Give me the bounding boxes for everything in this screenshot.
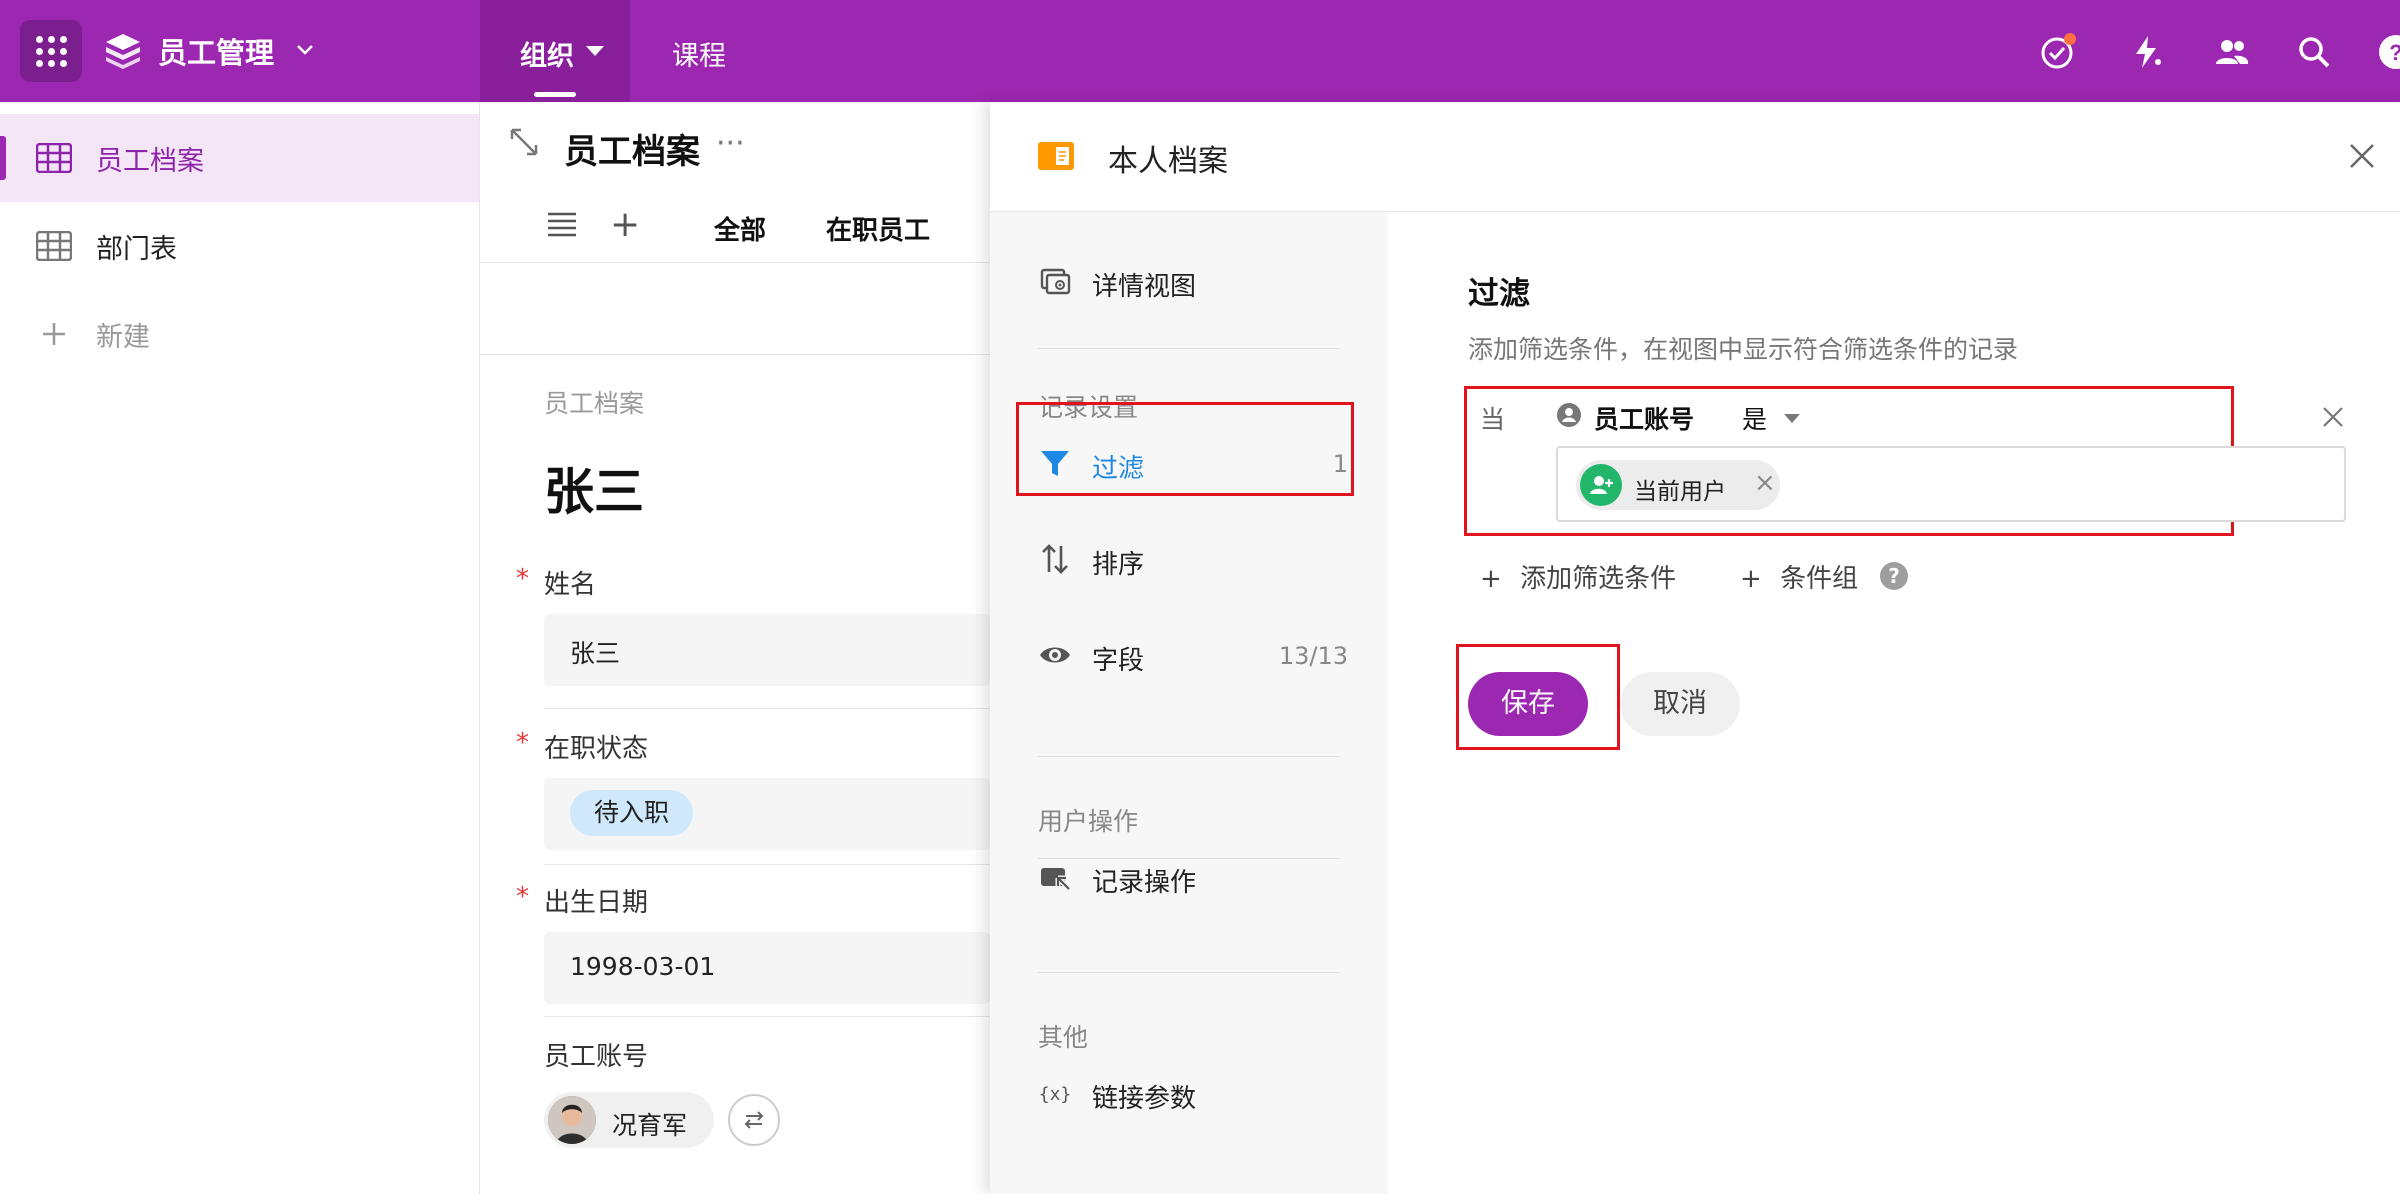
add-user-icon — [1580, 464, 1622, 506]
swap-user-button[interactable] — [728, 1094, 780, 1146]
members-icon[interactable] — [2212, 32, 2252, 72]
table-icon — [36, 143, 72, 173]
required-mark: * — [516, 882, 529, 912]
sidebar-item-departments[interactable]: 部门表 — [0, 202, 479, 290]
cancel-button[interactable]: 取消 — [1620, 672, 1740, 736]
swap-icon — [744, 1111, 764, 1129]
view-toolbar: + 全部 在职员工 — [480, 190, 990, 262]
more-icon[interactable]: ··· — [716, 126, 745, 161]
user-name: 况育军 — [612, 1111, 688, 1140]
field-label-name: 姓名 — [544, 570, 597, 600]
condition-field-select[interactable]: 员工账号 — [1594, 400, 1694, 436]
divider — [544, 708, 990, 709]
condition-operator-select[interactable]: 是 — [1742, 400, 1767, 436]
field-label-account: 员工账号 — [544, 1042, 649, 1072]
app-logo-icon — [106, 34, 140, 69]
top-bar: 员工管理 组织 课程 ? — [0, 0, 2400, 102]
sidebar-item-employee-records[interactable]: 员工档案 — [0, 114, 479, 202]
tab-all[interactable]: 全部 — [714, 210, 766, 247]
add-filter-condition-label: 添加筛选条件 — [1520, 564, 1677, 594]
tab-course[interactable]: 课程 — [672, 34, 726, 73]
expand-icon[interactable] — [508, 126, 540, 158]
todo-check-icon[interactable] — [2038, 32, 2078, 72]
plus-icon — [43, 323, 65, 345]
divider — [544, 864, 990, 865]
name-field[interactable]: 张三 — [544, 614, 990, 686]
add-condition-group-button[interactable]: + 条件组 — [1740, 558, 1858, 595]
app-title[interactable]: 员工管理 — [158, 30, 274, 72]
help-icon[interactable]: ? — [1880, 562, 1908, 590]
tab-active-indicator — [534, 92, 576, 97]
divider — [544, 1016, 990, 1017]
automation-bolt-icon[interactable] — [2126, 32, 2166, 72]
save-button[interactable]: 保存 — [1468, 672, 1588, 736]
status-badge: 待入职 — [570, 790, 694, 836]
condition-when-label: 当 — [1480, 405, 1506, 434]
sidebar-item-label: 部门表 — [96, 233, 177, 265]
current-user-label: 当前用户 — [1634, 479, 1726, 505]
required-mark: * — [516, 564, 529, 594]
view-title: 员工档案 — [564, 132, 700, 172]
filter-editor: 过滤 添加筛选条件，在视图中显示符合筛选条件的记录 当 员工账号 是 当前用户 … — [990, 102, 2400, 1194]
add-view-icon[interactable]: + — [610, 204, 640, 245]
sidebar-item-label: 新建 — [96, 321, 150, 353]
user-chip[interactable]: 况育军 — [544, 1092, 714, 1148]
chevron-down-icon[interactable] — [1784, 414, 1800, 423]
current-user-chip: 当前用户 × — [1576, 460, 1780, 510]
table-icon — [36, 231, 72, 261]
search-icon[interactable] — [2294, 32, 2334, 72]
avatar — [548, 1096, 596, 1144]
grid-icon — [36, 36, 67, 67]
sidebar: 员工档案 部门表 新建 — [0, 102, 480, 1194]
name-value: 张三 — [570, 639, 621, 668]
remove-chip-icon[interactable]: × — [1754, 468, 1776, 498]
required-mark: * — [516, 728, 529, 758]
field-label-birth-date: 出生日期 — [544, 888, 649, 918]
add-filter-condition-button[interactable]: + 添加筛选条件 — [1480, 558, 1676, 595]
user-field-icon — [1557, 403, 1581, 427]
app-switcher-button[interactable] — [20, 20, 82, 82]
sidebar-item-new[interactable]: 新建 — [0, 290, 479, 378]
help-icon[interactable]: ? — [2376, 32, 2400, 72]
record-breadcrumb: 员工档案 — [544, 389, 645, 418]
condition-value-input[interactable]: 当前用户 × — [1556, 446, 2346, 522]
record-title: 张三 — [544, 463, 644, 521]
divider — [480, 354, 990, 355]
birth-date-field[interactable]: 1998-03-01 — [544, 932, 990, 1004]
plus-icon: + — [1740, 564, 1762, 594]
record-detail: 员工档案 ··· + 全部 在职员工 员工档案 张三 * 姓名 张三 * 在职状… — [480, 102, 990, 1194]
filter-title: 过滤 — [1468, 276, 1530, 312]
svg-text:?: ? — [2389, 40, 2400, 65]
tab-org-dropdown-icon[interactable] — [586, 46, 604, 56]
sidebar-item-label: 员工档案 — [96, 145, 204, 177]
list-icon[interactable] — [546, 210, 578, 238]
birth-date-value: 1998-03-01 — [570, 952, 716, 981]
tab-active-employees[interactable]: 在职员工 — [826, 210, 930, 247]
field-label-status: 在职状态 — [544, 734, 649, 764]
divider — [480, 262, 990, 263]
filter-description: 添加筛选条件，在视图中显示符合筛选条件的记录 — [1468, 335, 2019, 364]
close-icon[interactable] — [2320, 404, 2346, 430]
tab-org[interactable]: 组织 — [520, 34, 574, 73]
status-field[interactable]: 待入职 — [544, 778, 990, 850]
plus-icon: + — [1480, 564, 1502, 594]
chevron-down-icon[interactable] — [294, 38, 316, 60]
add-condition-group-label: 条件组 — [1780, 564, 1859, 594]
